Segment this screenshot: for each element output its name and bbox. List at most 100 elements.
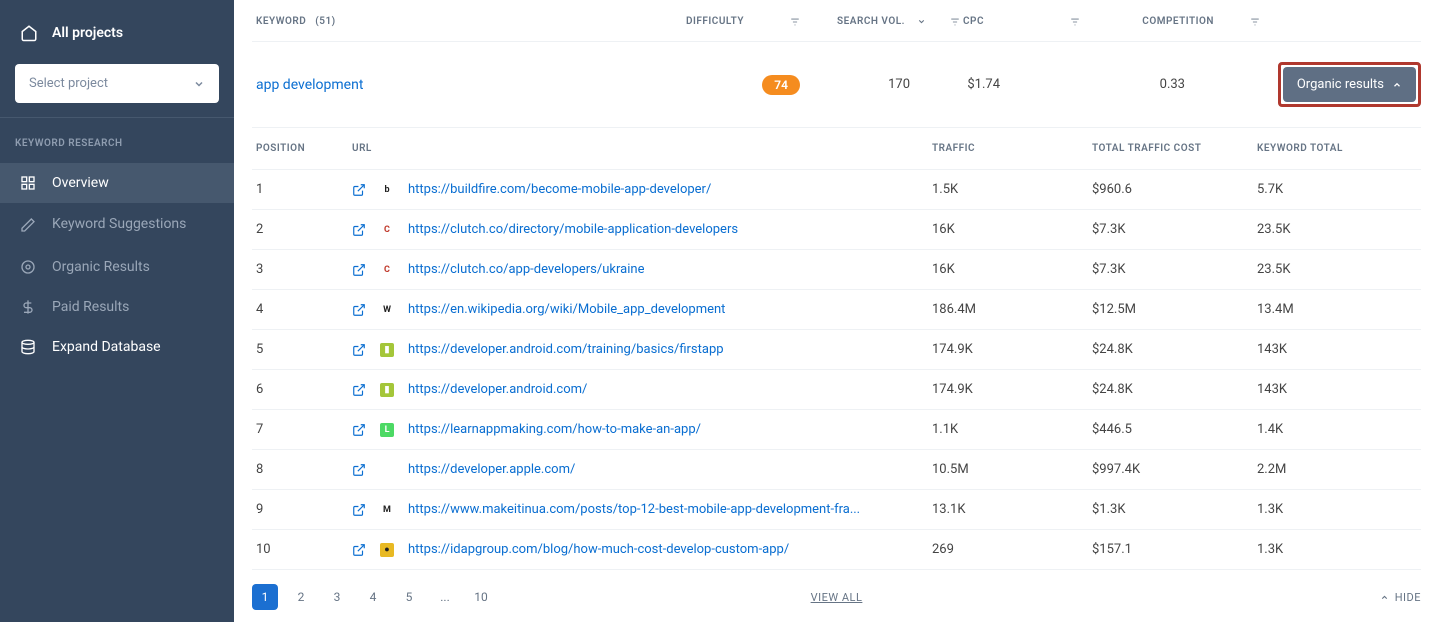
cost-value: $1.3K [1092,502,1257,517]
cost-value: $24.8K [1092,342,1257,357]
cost-value: $7.3K [1092,222,1257,237]
traffic-value: 269 [932,542,1092,557]
filter-icon[interactable] [950,17,960,27]
result-row: 7 L https://learnappmaking.com/how-to-ma… [252,410,1421,450]
filter-icon[interactable] [1250,17,1260,27]
open-external-icon[interactable] [352,303,366,317]
all-projects-link[interactable]: All projects [0,12,234,54]
view-all-link[interactable]: VIEW ALL [811,591,863,604]
page-button[interactable]: 2 [288,584,314,610]
organic-results-button[interactable]: Organic results [1283,67,1416,102]
keyword-row: app development 74 170 $1.74 0.33 Organi… [252,42,1421,128]
keyword-total-value: 143K [1257,382,1421,397]
result-url-link[interactable]: https://developer.android.com/ [408,382,587,397]
home-icon [20,24,38,42]
open-external-icon[interactable] [352,223,366,237]
position-value: 1 [252,182,352,197]
result-url-link[interactable]: https://www.makeitinua.com/posts/top-12-… [408,502,860,517]
result-url-link[interactable]: https://clutch.co/app-developers/ukraine [408,262,644,277]
result-url-link[interactable]: https://clutch.co/directory/mobile-appli… [408,222,738,237]
result-row: 6 ▮ https://developer.android.com/ 174.9… [252,370,1421,410]
result-url-link[interactable]: https://en.wikipedia.org/wiki/Mobile_app… [408,302,725,317]
column-label: SEARCH VOL. [837,16,905,27]
column-header-position[interactable]: POSITION [252,143,352,154]
traffic-value: 1.5K [932,182,1092,197]
keyword-total-value: 23.5K [1257,262,1421,277]
target-icon [20,259,36,275]
difficulty-badge: 74 [762,75,800,95]
sidebar-item-label: Paid Results [52,299,129,315]
sidebar-item-paid-results[interactable]: Paid Results [0,287,234,327]
page-button[interactable]: 5 [396,584,422,610]
traffic-value: 16K [932,222,1092,237]
cost-value: $997.4K [1092,462,1257,477]
sidebar-item-organic-results[interactable]: Organic Results [0,247,234,287]
open-external-icon[interactable] [352,343,366,357]
column-header-search-vol[interactable]: SEARCH VOL. [800,16,960,27]
column-header-keyword-total[interactable]: KEYWORD TOTAL [1257,143,1421,154]
column-header-keyword[interactable]: KEYWORD (51) [252,16,652,27]
open-external-icon[interactable] [352,423,366,437]
favicon-icon: W [380,303,394,317]
result-url-link[interactable]: https://developer.android.com/training/b… [408,342,724,357]
open-external-icon[interactable] [352,383,366,397]
keyword-link[interactable]: app development [256,77,363,93]
competition-value: 0.33 [1080,77,1260,92]
open-external-icon[interactable] [352,543,366,557]
favicon-icon: ▮ [380,383,394,397]
column-header-traffic[interactable]: TRAFFIC [932,143,1092,154]
cost-value: $446.5 [1092,422,1257,437]
page-button[interactable]: 10 [468,584,494,610]
sidebar-item-keyword-suggestions[interactable]: Keyword Suggestions [0,203,234,247]
page-button[interactable]: 1 [252,584,278,610]
filter-icon[interactable] [1070,17,1080,27]
main-content: KEYWORD (51) DIFFICULTY SEARCH VOL. CPC … [234,0,1439,622]
column-label: COMPETITION [1142,16,1214,27]
database-icon [20,339,36,355]
sidebar-item-overview[interactable]: Overview [0,163,234,203]
pencil-icon [20,217,36,233]
cost-value: $12.5M [1092,302,1257,317]
traffic-value: 174.9K [932,342,1092,357]
column-header-difficulty[interactable]: DIFFICULTY [652,16,800,27]
result-url-link[interactable]: https://learnappmaking.com/how-to-make-a… [408,422,701,437]
open-external-icon[interactable] [352,463,366,477]
sidebar-item-label: Expand Database [52,339,161,355]
column-header-cpc[interactable]: CPC [960,16,1080,27]
keyword-total-value: 143K [1257,342,1421,357]
position-value: 5 [252,342,352,357]
chevron-down-icon[interactable] [917,17,926,26]
result-row: 8 https://developer.apple.com/ 10.5M $99… [252,450,1421,490]
sidebar-item-expand-database[interactable]: Expand Database [0,327,234,367]
result-url-link[interactable]: https://idapgroup.com/blog/how-much-cost… [408,542,789,557]
cost-value: $24.8K [1092,382,1257,397]
chevron-down-icon [193,78,205,90]
favicon-icon [380,463,394,477]
column-header-total-cost[interactable]: TOTAL TRAFFIC COST [1092,142,1257,155]
keyword-total-value: 1.3K [1257,542,1421,557]
result-row: 10 ● https://idapgroup.com/blog/how-much… [252,530,1421,570]
open-external-icon[interactable] [352,503,366,517]
open-external-icon[interactable] [352,183,366,197]
column-label: KEYWORD [256,16,306,27]
select-project-dropdown[interactable]: Select project [15,64,219,103]
sidebar-item-label: Keyword Suggestions [52,215,186,235]
result-url-link[interactable]: https://developer.apple.com/ [408,462,575,477]
results-table-header: POSITION URL TRAFFIC TOTAL TRAFFIC COST … [252,128,1421,170]
page-button[interactable]: 4 [360,584,386,610]
hide-button[interactable]: HIDE [1380,591,1421,604]
filter-icon[interactable] [790,17,800,27]
page-button[interactable]: ... [432,584,458,610]
page-button[interactable]: 3 [324,584,350,610]
column-header-url[interactable]: URL [352,143,932,154]
open-external-icon[interactable] [352,263,366,277]
sidebar-section-title: KEYWORD RESEARCH [0,130,234,163]
traffic-value: 13.1K [932,502,1092,517]
keyword-count: (51) [315,16,335,27]
cost-value: $960.6 [1092,182,1257,197]
result-url-link[interactable]: https://buildfire.com/become-mobile-app-… [408,182,711,197]
column-header-competition[interactable]: COMPETITION [1080,16,1260,27]
cost-value: $7.3K [1092,262,1257,277]
favicon-icon: C [380,223,394,237]
hide-label: HIDE [1395,591,1421,604]
